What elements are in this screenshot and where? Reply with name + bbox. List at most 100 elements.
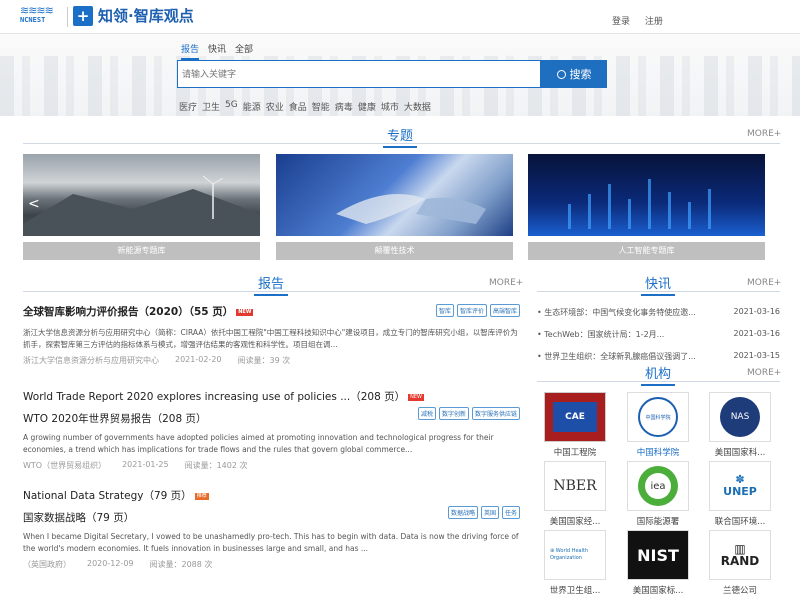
org-item[interactable]: 中国科学院 中国科学院 xyxy=(626,392,690,458)
unep-logo-icon: ✽ UNEP xyxy=(709,461,771,511)
orgs-more-link[interactable]: MORE+ xyxy=(747,368,781,378)
report-date: 2021-01-25 xyxy=(122,460,169,469)
new-badge: NEW xyxy=(408,393,424,401)
org-name: 中国工程院 xyxy=(553,448,597,458)
report-item[interactable]: World Trade Report 2020 explores increas… xyxy=(23,389,520,471)
org-name: 中国科学院 xyxy=(636,448,680,458)
hot-keyword[interactable]: 5G xyxy=(225,100,238,113)
hot-keyword[interactable]: 健康 xyxy=(358,100,376,113)
report-tag[interactable]: 任务 xyxy=(501,506,520,519)
ncnest-logo[interactable]: ≋≋≋≋ NCNEST xyxy=(20,5,62,28)
org-item[interactable]: iea 国际能源署 xyxy=(626,461,690,527)
report-description: A growing number of governments have ado… xyxy=(23,433,494,454)
login-link[interactable]: 登录 xyxy=(612,17,630,27)
nist-logo-icon: NIST xyxy=(627,530,689,580)
org-item[interactable]: ✽ UNEP 联合国环境... xyxy=(708,461,772,527)
wind-turbine-image xyxy=(23,154,260,236)
news-more-link[interactable]: MORE+ xyxy=(747,278,781,288)
topic-card-disruptive-tech[interactable]: 颠覆性技术 xyxy=(276,154,513,260)
search-button-label: 搜索 xyxy=(569,68,592,81)
topics-title: 专题 xyxy=(360,125,440,148)
tab-news[interactable]: 快讯 xyxy=(208,42,226,60)
org-item[interactable]: ⊕ World Health Organization 世界卫生组... xyxy=(543,530,607,596)
nas-logo-icon: NAS xyxy=(709,392,771,442)
tab-all[interactable]: 全部 xyxy=(235,42,253,60)
report-tag[interactable]: 英国 xyxy=(480,506,499,519)
hot-keyword[interactable]: 能源 xyxy=(243,100,261,113)
carousel-prev-icon[interactable]: < xyxy=(28,196,40,212)
hot-keyword[interactable]: 医疗 xyxy=(179,100,197,113)
robot-handshake-image xyxy=(276,154,513,236)
hot-keyword[interactable]: 智能 xyxy=(312,100,330,113)
hot-keyword[interactable]: 卫生 xyxy=(202,100,220,113)
search-icon xyxy=(556,69,566,79)
news-date: 2021-03-15 xyxy=(733,351,781,360)
report-meta: （英国政府） 2020-12-09 阅读量：2088 次 xyxy=(23,559,520,570)
topic-card-caption: 颠覆性技术 xyxy=(276,242,513,260)
ai-data-image xyxy=(528,154,765,236)
top-bar: ≋≋≋≋ NCNEST + 知领·智库观点 登录 注册 xyxy=(0,0,800,34)
report-title[interactable]: National Data Strategy（79 页） 推荐 xyxy=(23,488,520,503)
report-tags: 数据战略 英国 任务 xyxy=(445,506,520,519)
report-tags: 减税 数字创新 数字服务供应链 xyxy=(415,407,520,420)
news-item[interactable]: • 生态环境部：中国气候变化事务特使应邀... 2021-03-16 xyxy=(537,307,780,318)
tab-report[interactable]: 报告 xyxy=(181,42,200,60)
who-logo-icon: ⊕ World Health Organization xyxy=(544,530,606,580)
search-tabs: 报告 快讯 全部 xyxy=(181,42,262,60)
topic-card-caption: 新能源专题库 xyxy=(23,242,260,260)
report-item[interactable]: National Data Strategy（79 页） 推荐 国家数据战略（79… xyxy=(23,488,520,570)
search-input[interactable] xyxy=(177,60,541,88)
report-reads: 阅读量：39 次 xyxy=(237,356,291,365)
report-tag[interactable]: 智库评价 xyxy=(456,304,487,317)
report-tag[interactable]: 智库 xyxy=(435,304,454,317)
org-item[interactable]: CAE 中国工程院 xyxy=(543,392,607,458)
report-reads: 阅读量：1402 次 xyxy=(184,461,248,470)
hot-keyword[interactable]: 农业 xyxy=(266,100,284,113)
report-title[interactable]: World Trade Report 2020 explores increas… xyxy=(23,389,520,404)
carousel-next-icon[interactable]: > xyxy=(766,196,778,212)
report-description: When I became Digital Secretary, I vowed… xyxy=(23,532,519,553)
brand-logo[interactable]: + 知领·智库观点 xyxy=(73,5,194,26)
report-description: 浙江大学信息资源分析与应用研究中心（简称：CIRAA）依托中国工程院"中国工程科… xyxy=(23,328,518,349)
cas-logo-icon: 中国科学院 xyxy=(627,392,689,442)
brand-name: 知领·智库观点 xyxy=(98,7,194,25)
news-date: 2021-03-16 xyxy=(733,329,781,338)
org-item[interactable]: NIST 美国国家标... xyxy=(626,530,690,596)
report-tag[interactable]: 数据战略 xyxy=(447,506,478,519)
topic-card-energy[interactable]: 新能源专题库 xyxy=(23,154,260,260)
register-link[interactable]: 注册 xyxy=(645,17,663,27)
org-item[interactable]: NBER 美国国家经... xyxy=(543,461,607,527)
news-text: • 生态环境部：中国气候变化事务特使应邀... xyxy=(537,308,696,317)
topics-more-link[interactable]: MORE+ xyxy=(747,129,781,139)
report-tag[interactable]: 数字服务供应链 xyxy=(471,407,520,420)
hot-keyword[interactable]: 病毒 xyxy=(335,100,353,113)
report-date: 2020-12-09 xyxy=(87,559,134,568)
reports-more-link[interactable]: MORE+ xyxy=(489,278,523,288)
report-reads: 阅读量：2088 次 xyxy=(149,560,213,569)
ncnest-logo-text: NCNEST xyxy=(20,16,46,24)
topic-card-caption: 人工智能专题库 xyxy=(528,242,765,260)
reports-title: 报告 xyxy=(231,273,311,296)
iea-logo-icon: iea xyxy=(627,461,689,511)
search-button[interactable]: 搜索 xyxy=(541,60,607,88)
org-item[interactable]: ▥ RAND 兰德公司 xyxy=(708,530,772,596)
report-tag[interactable]: 减税 xyxy=(417,407,436,420)
brand-mark-icon: + xyxy=(73,5,93,26)
org-item[interactable]: NAS 美国国家科... xyxy=(708,392,772,458)
report-date: 2021-02-20 xyxy=(175,355,222,364)
hot-keyword[interactable]: 食品 xyxy=(289,100,307,113)
org-name: 兰德公司 xyxy=(722,586,757,596)
news-item[interactable]: • 世界卫生组织：全球新乳腺癌倡议强调了... 2021-03-15 xyxy=(537,351,780,362)
org-name: 世界卫生组... xyxy=(549,586,601,596)
hot-keyword[interactable]: 大数据 xyxy=(404,100,431,113)
topic-card-ai[interactable]: 人工智能专题库 xyxy=(528,154,765,260)
hot-keyword[interactable]: 城市 xyxy=(381,100,399,113)
report-tag[interactable]: 高端智库 xyxy=(489,304,520,317)
report-item[interactable]: 全球智库影响力评价报告（2020）（55 页） NEW 智库 智库评价 高端智库 … xyxy=(23,304,520,366)
report-source: （英国政府） xyxy=(23,560,71,569)
org-name: 联合国环境... xyxy=(714,517,766,527)
org-name: 国际能源署 xyxy=(636,517,680,527)
news-item[interactable]: • TechWeb：国家统计局：1-2月... 2021-03-16 xyxy=(537,329,780,340)
news-text: • 世界卫生组织：全球新乳腺癌倡议强调了... xyxy=(537,352,696,361)
report-tag[interactable]: 数字创新 xyxy=(438,407,469,420)
